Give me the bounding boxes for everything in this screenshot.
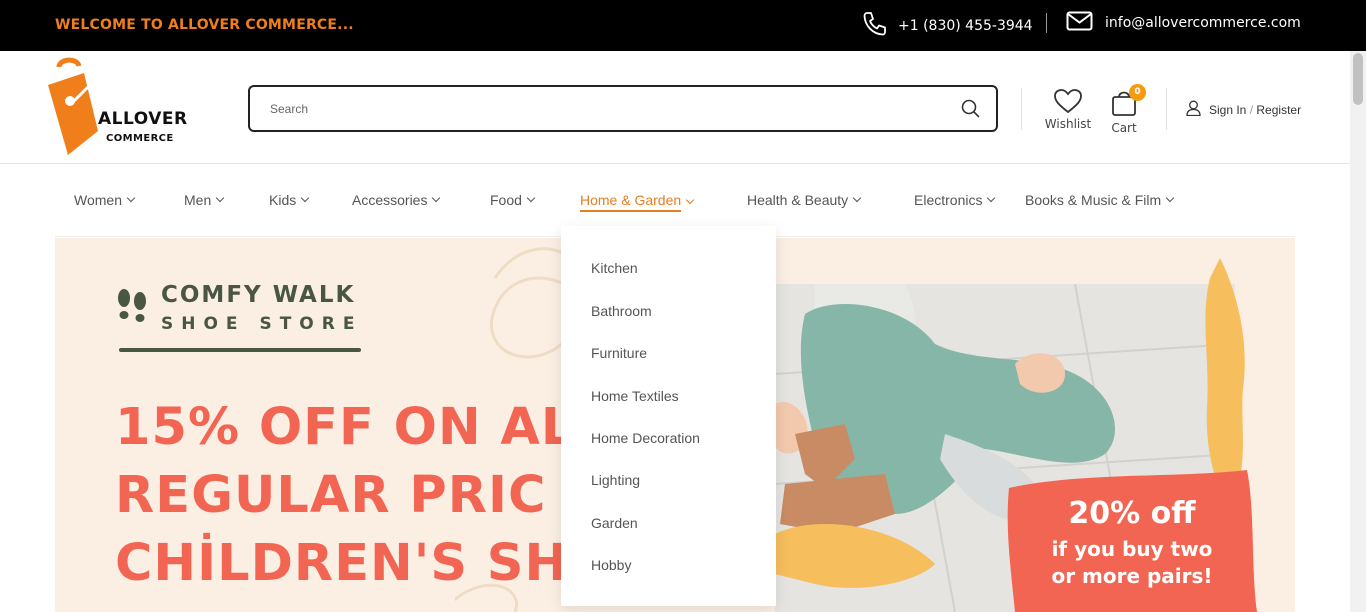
cart-button[interactable]: 0 Cart <box>1104 84 1146 135</box>
nav-label: Home & Garden <box>580 192 682 212</box>
nav-item-accessories[interactable]: Accessories <box>352 192 441 208</box>
nav-item-food[interactable]: Food <box>490 192 536 208</box>
nav-label: Books & Music & Film <box>1025 192 1162 208</box>
offer-badge: 20% off if you buy two or more pairs! <box>1001 470 1257 612</box>
wishlist-button[interactable]: Wishlist <box>1043 88 1093 131</box>
brush-underline <box>119 348 361 352</box>
footprints-icon <box>118 289 146 322</box>
nav-item-electronics[interactable]: Electronics <box>914 192 996 208</box>
shopping-bag-logo-icon <box>48 57 98 155</box>
nav-item-kids[interactable]: Kids <box>269 192 310 208</box>
chevron-down-icon <box>1165 193 1175 203</box>
chevron-down-icon <box>432 193 441 203</box>
phone-contact[interactable]: +1 (830) 455-3944 <box>862 11 1033 41</box>
offer-title: 20% off <box>1068 496 1196 531</box>
dropdown-item-home-decoration[interactable]: Home Decoration <box>591 430 700 446</box>
dropdown-item-garden[interactable]: Garden <box>591 515 638 531</box>
email-address: info@allovercommerce.com <box>1105 15 1301 31</box>
headline-line1: 15% OFF ON AL <box>115 398 575 457</box>
nav-label: Kids <box>269 192 297 208</box>
page-scrollbar[interactable] <box>1350 51 1366 612</box>
heart-icon <box>1053 89 1083 117</box>
chevron-down-icon <box>987 193 996 203</box>
account-links: Sign In / Register <box>1186 100 1301 119</box>
separator: / <box>1249 102 1254 117</box>
divider <box>1166 88 1167 130</box>
nav-label: Health & Beauty <box>747 192 849 208</box>
dropdown-item-home-textiles[interactable]: Home Textiles <box>591 388 679 404</box>
dropdown-item-bathroom[interactable]: Bathroom <box>591 303 652 319</box>
chevron-down-icon <box>852 193 862 203</box>
search-box <box>248 85 998 132</box>
user-icon <box>1186 100 1201 119</box>
chevron-down-icon <box>215 193 225 203</box>
site-header: ALLOVER COMMERCE Wishlist 0 Cart Sign In… <box>0 51 1350 164</box>
nav-label: Electronics <box>914 192 983 208</box>
scrollbar-thumb[interactable] <box>1353 53 1363 105</box>
welcome-text: WELCOME TO ALLOVER COMMERCE... <box>55 17 354 33</box>
mail-icon <box>1066 11 1093 35</box>
dropdown-item-kitchen[interactable]: Kitchen <box>591 260 638 276</box>
nav-item-men[interactable]: Men <box>184 192 225 208</box>
search-input[interactable] <box>270 99 930 119</box>
nav-label: Accessories <box>352 192 428 208</box>
divider <box>1021 88 1022 130</box>
dropdown-item-hobby[interactable]: Hobby <box>591 557 631 573</box>
logo-text-allover: ALLOVER <box>98 109 188 129</box>
headline-line3: CHİLDREN'S SH <box>115 534 569 593</box>
phone-icon <box>862 11 886 41</box>
nav-item-health-beauty[interactable]: Health & Beauty <box>747 192 862 208</box>
store-name-line2: SHOE STORE <box>161 314 363 334</box>
nav-label: Men <box>184 192 212 208</box>
divider <box>1046 13 1047 33</box>
chevron-down-icon <box>526 193 536 203</box>
offer-line3: or more pairs! <box>1051 564 1213 588</box>
nav-label: Women <box>74 192 122 208</box>
cart-label: Cart <box>1111 121 1137 135</box>
site-logo[interactable]: ALLOVER COMMERCE <box>46 57 196 157</box>
cart-bag-icon <box>1110 91 1138 121</box>
chevron-down-icon <box>300 193 310 203</box>
register-link[interactable]: Register <box>1256 103 1301 117</box>
nav-item-home-garden[interactable]: Home & Garden <box>580 192 695 212</box>
search-icon[interactable] <box>961 99 980 122</box>
headline-line2: REGULAR PRIC <box>115 466 547 525</box>
top-bar: WELCOME TO ALLOVER COMMERCE... +1 (830) … <box>0 0 1366 51</box>
wishlist-label: Wishlist <box>1044 117 1092 131</box>
email-contact[interactable]: info@allovercommerce.com <box>1066 11 1301 35</box>
offer-subtitle: if you buy two or more pairs! <box>1001 536 1263 590</box>
offer-line2: if you buy two <box>1051 537 1213 561</box>
nav-item-books-music-film[interactable]: Books & Music & Film <box>1025 192 1175 208</box>
logo-text-commerce: COMMERCE <box>106 133 174 144</box>
dropdown-item-furniture[interactable]: Furniture <box>591 345 647 361</box>
nav-item-women[interactable]: Women <box>74 192 136 208</box>
nav-label: Food <box>490 192 522 208</box>
chevron-down-icon <box>126 193 136 203</box>
chevron-down-icon <box>685 195 695 205</box>
cart-count-badge: 0 <box>1129 84 1146 101</box>
promo-headline: 15% OFF ON AL REGULAR PRIC CHİLDREN'S SH <box>115 394 574 598</box>
home-garden-dropdown: Kitchen Bathroom Furniture Home Textiles… <box>561 226 776 606</box>
dropdown-item-lighting[interactable]: Lighting <box>591 472 640 488</box>
sign-in-link[interactable]: Sign In <box>1209 103 1246 117</box>
phone-number: +1 (830) 455-3944 <box>898 18 1033 34</box>
store-name-line1: COMFY WALK <box>161 282 356 308</box>
